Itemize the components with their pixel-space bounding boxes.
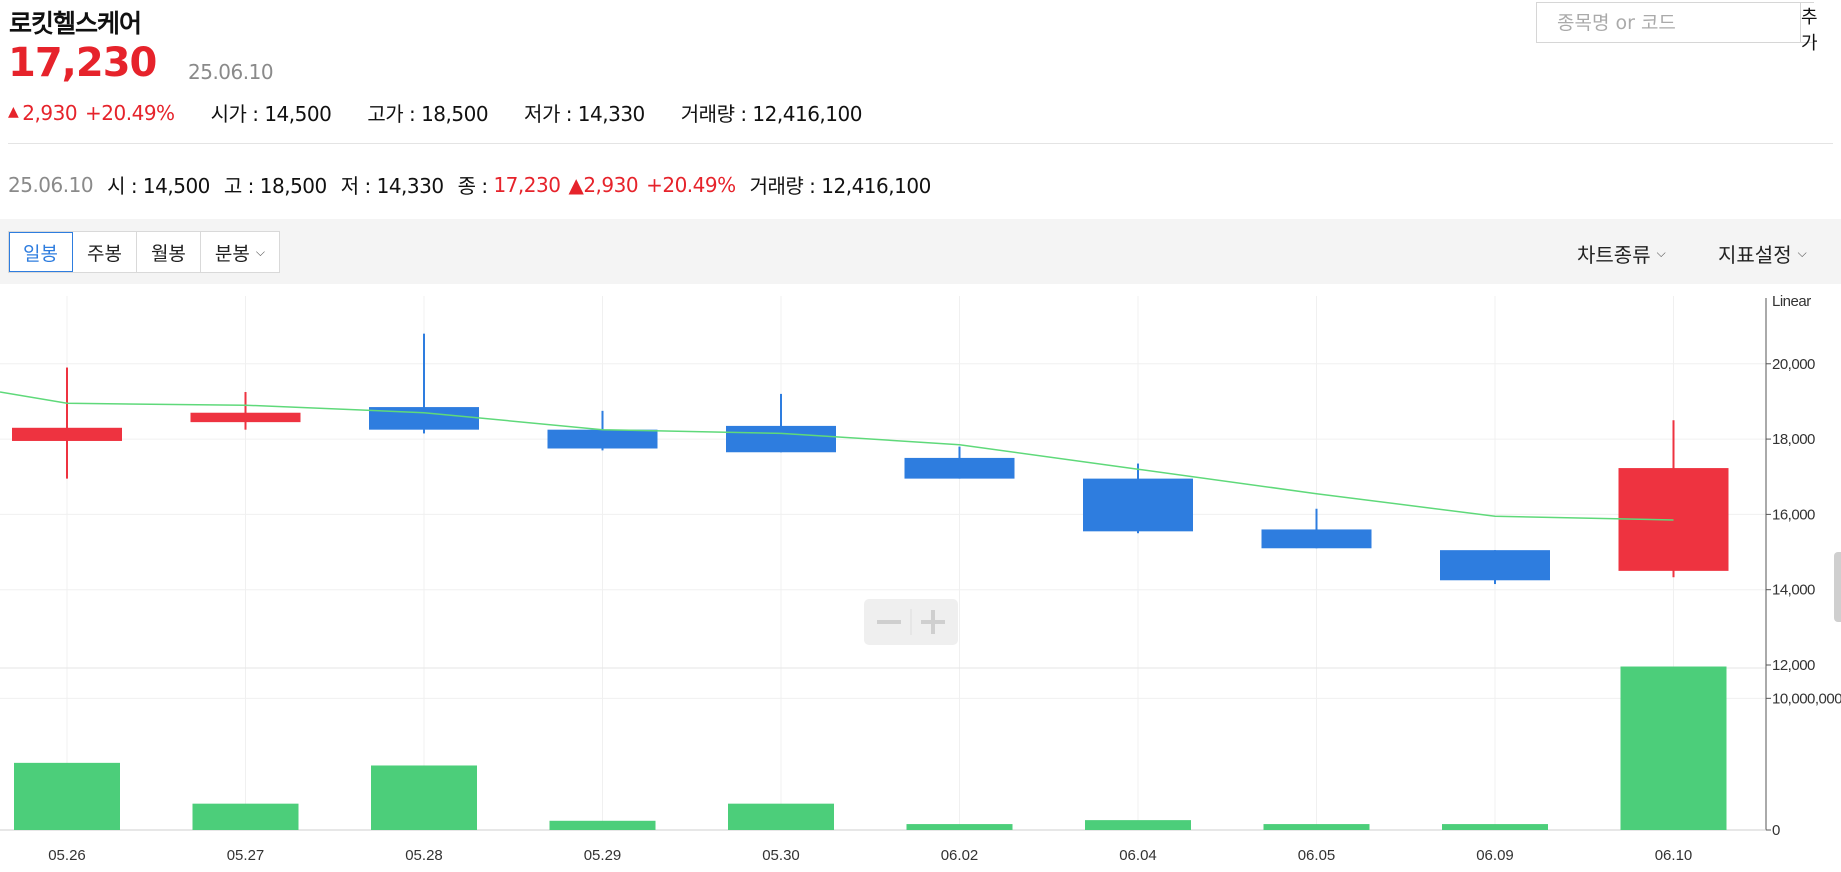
ohlc-high: 고 : 18,500 [223, 174, 327, 198]
volume: 거래량 : 12,416,100 [680, 102, 863, 126]
add-button[interactable]: 추가 [1800, 3, 1818, 54]
ohlc-volume: 거래량 : 12,416,100 [749, 174, 932, 198]
tab-daily-label: 일봉 [23, 242, 58, 265]
stock-chart[interactable]: Linear 20,000 18,000 16,000 14,000 12,000 10,0… [0, 284, 1841, 872]
ohlc-open: 시 : 14,500 [107, 174, 210, 198]
zoom-out-icon[interactable] [877, 620, 901, 624]
ohlc-close-label: 종 : [457, 174, 494, 198]
up-triangle-icon: ▲ [568, 172, 584, 197]
price-summary: ▲ 2,930 +20.49% 시가 : 14,500 고가 : 18,500 … [8, 98, 862, 127]
stock-name: 로킷헬스케어 [9, 9, 142, 38]
x-tick-label: 06.04 [1119, 847, 1157, 864]
price-tick-label: 16,000 [1772, 506, 1815, 523]
tab-minute[interactable]: 분봉 ⌵ [201, 232, 279, 272]
candle-body [1083, 478, 1193, 532]
scrollbar-handle[interactable] [1834, 552, 1841, 622]
candle-body [1261, 529, 1372, 549]
x-tick-label: 06.09 [1476, 847, 1514, 864]
volume-bar [906, 824, 1013, 830]
ohlc-low: 저 : 14,330 [340, 174, 444, 198]
indicator-label: 지표설정 [1718, 243, 1792, 267]
candle-body [726, 425, 836, 453]
x-tick-label: 06.02 [941, 847, 979, 864]
volume-bar [371, 765, 477, 830]
candle-body [12, 427, 122, 441]
volume-tick-label: 10,000,000 [1772, 690, 1841, 707]
candle-body [547, 429, 658, 449]
volume-bar [14, 762, 120, 830]
price-tick-label: 14,000 [1772, 582, 1815, 599]
ohlc-date: 25.06.10 [8, 172, 94, 197]
ohlc-change-percent: +20.49% [646, 172, 736, 197]
candle-body [1440, 550, 1550, 581]
candle-body [190, 412, 301, 423]
tab-monthly[interactable]: 월봉 [137, 232, 201, 272]
volume-bar [1263, 824, 1370, 830]
chevron-down-icon: ⌵ [1797, 246, 1807, 260]
volume-bar [1442, 824, 1548, 830]
ohlc-close-value: 17,230 [493, 172, 561, 197]
change-percent: +20.49% [85, 100, 175, 125]
volume-bar [192, 803, 299, 830]
candle-body [904, 457, 1015, 479]
scale-mode-label: Linear [1772, 293, 1811, 310]
x-tick-label: 06.10 [1655, 847, 1693, 864]
search-input[interactable] [1537, 3, 1800, 42]
low-price: 저가 : 14,330 [524, 102, 645, 126]
tab-minute-label: 분봉 [214, 242, 250, 265]
chevron-down-icon: ⌵ [255, 244, 265, 259]
indicator-settings-menu[interactable]: 지표설정 ⌵ [1718, 239, 1807, 268]
x-tick-label: 05.29 [584, 847, 622, 864]
price-date: 25.06.10 [188, 60, 274, 84]
stock-search: 추가 [1536, 2, 1818, 54]
tab-monthly-label: 월봉 [150, 242, 186, 265]
current-price: 17,230 [8, 40, 157, 86]
volume-bar [549, 820, 656, 830]
price-tick-label: 12,000 [1772, 657, 1815, 674]
tab-daily[interactable]: 일봉 [9, 232, 73, 272]
x-tick-label: 06.05 [1298, 847, 1336, 864]
x-tick-label: 05.27 [227, 847, 265, 864]
chart-type-label: 차트종류 [1577, 243, 1651, 267]
x-tick-label: 05.30 [762, 847, 800, 864]
price-tick-label: 18,000 [1772, 431, 1815, 448]
ohlc-info-bar: 25.06.10 시 : 14,500 고 : 18,500 저 : 14,33… [8, 170, 931, 199]
tab-weekly-label: 주봉 [86, 242, 122, 265]
volume-bar [1085, 820, 1191, 830]
high-price: 고가 : 18,500 [367, 102, 489, 126]
chart-toolbar: 일봉 주봉 월봉 분봉 ⌵ 차트종류 ⌵ 지표설정 ⌵ [0, 219, 1841, 284]
tab-weekly[interactable]: 주봉 [73, 232, 137, 272]
x-tick-label: 05.26 [48, 847, 86, 864]
zoom-in-icon[interactable] [931, 610, 935, 634]
volume-bar [1620, 666, 1727, 830]
volume-bar [728, 803, 834, 830]
moving-average-line [0, 391, 1674, 521]
chevron-down-icon: ⌵ [1656, 246, 1666, 260]
ohlc-change: 2,930 [583, 172, 639, 197]
open-price: 시가 : 14,500 [210, 102, 332, 126]
volume-tick-label: 0 [1772, 822, 1780, 839]
change-amount: 2,930 [22, 100, 78, 125]
up-triangle-icon: ▲ [8, 103, 19, 120]
price-tick-label: 20,000 [1772, 356, 1815, 373]
divider [8, 143, 1833, 144]
chart-type-menu[interactable]: 차트종류 ⌵ [1577, 239, 1666, 268]
x-tick-label: 05.28 [405, 847, 443, 864]
period-tabs: 일봉 주봉 월봉 분봉 ⌵ [8, 231, 280, 273]
